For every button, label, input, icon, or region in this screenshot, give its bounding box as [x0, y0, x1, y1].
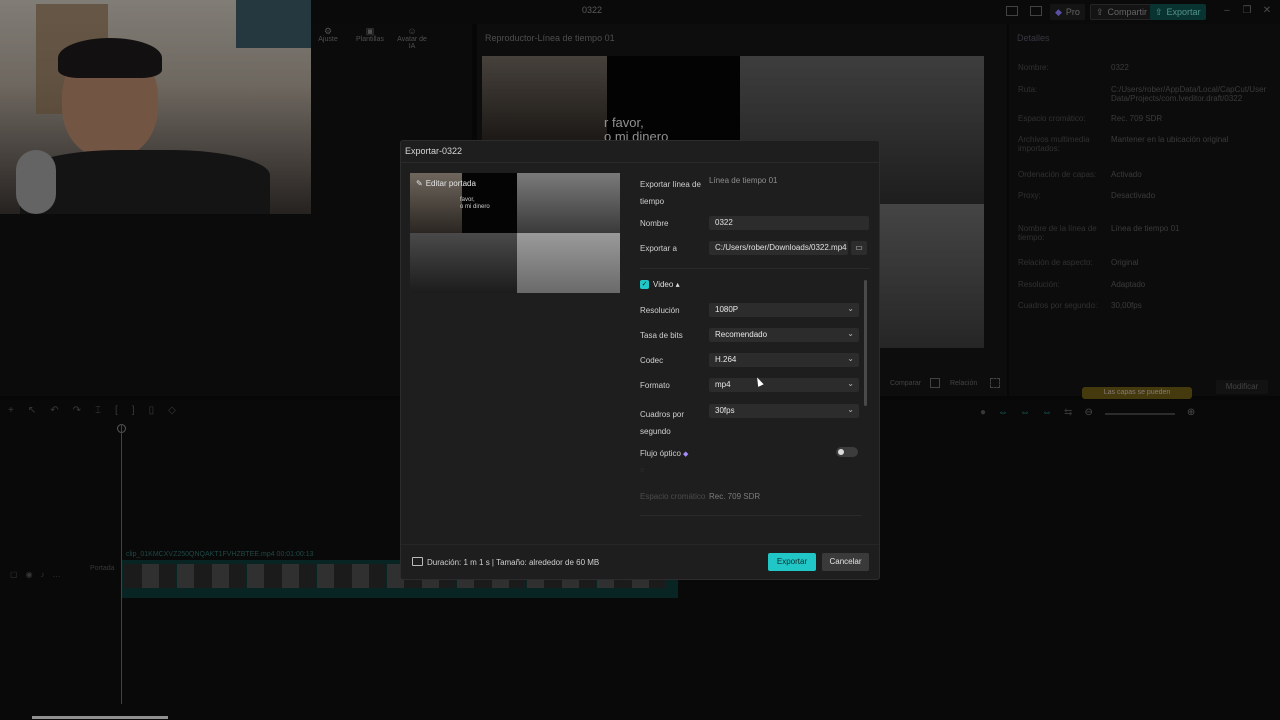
codec-select[interactable]: H.264 ⌄ — [709, 353, 859, 367]
resolution-label: Resolución — [640, 306, 680, 315]
export-timeline-value: Línea de tiempo 01 — [709, 176, 778, 185]
format-label: Formato — [640, 381, 670, 390]
chevron-down-icon: ⌄ — [847, 405, 854, 414]
bitrate-label: Tasa de bits — [640, 331, 683, 340]
name-label: Nombre — [640, 219, 669, 228]
optical-flow-label: Flujo óptico — [640, 449, 681, 458]
thumb-text: favor, o mi dinero — [460, 197, 490, 210]
export-path-input[interactable]: C:/Users/rober/Downloads/0322.mp4 — [709, 241, 848, 255]
fps-label: Cuadros por segundo — [640, 410, 685, 436]
divider — [401, 544, 879, 545]
export-timeline-label: Exportar línea de tiempo — [640, 180, 701, 206]
chevron-down-icon: ⌄ — [847, 304, 854, 313]
resolution-select[interactable]: 1080P ⌄ — [709, 303, 859, 317]
divider — [640, 268, 870, 269]
color-space-value: Rec. 709 SDR — [709, 492, 761, 501]
film-icon — [412, 557, 423, 566]
export-button[interactable]: Exportar — [768, 553, 816, 571]
dialog-scrollbar[interactable] — [864, 280, 867, 406]
export-to-label: Exportar a — [640, 244, 677, 253]
toggle-knob — [838, 449, 844, 455]
folder-icon[interactable]: ▭ — [851, 241, 867, 255]
thumb-gym-bottom — [517, 233, 620, 293]
chevron-down-icon: ⌄ — [847, 379, 854, 388]
premium-icon: ◆ — [683, 451, 689, 458]
dialog-title: Exportar-0322 — [405, 146, 463, 156]
name-input[interactable]: 0322 — [709, 216, 869, 230]
color-space-label: Espacio cromático — [640, 492, 706, 501]
thumb-tattoo — [410, 233, 517, 293]
export-summary: Duración: 1 m 1 s | Tamaño: alrededor de… — [427, 558, 600, 567]
edit-cover-button[interactable]: ✎ Editar portada — [416, 179, 476, 188]
format-select[interactable]: mp4 ⌄ — [709, 378, 859, 392]
divider — [640, 515, 862, 516]
chevron-down-icon: ⌄ — [847, 329, 854, 338]
video-section-toggle[interactable]: Video ▴ — [653, 280, 680, 289]
bitrate-select[interactable]: Recomendado ⌄ — [709, 328, 859, 342]
fps-select[interactable]: 30fps ⌄ — [709, 404, 859, 418]
cover-thumbnail[interactable]: favor, o mi dinero — [410, 173, 620, 293]
cancel-button[interactable]: Cancelar — [822, 553, 869, 571]
chevron-down-icon: ⌄ — [847, 354, 854, 363]
pencil-icon: ✎ — [416, 179, 423, 188]
thumb-gym-top — [517, 173, 620, 233]
divider — [401, 162, 879, 163]
info-icon[interactable]: ◌ — [640, 467, 644, 474]
chevron-up-icon: ▴ — [675, 280, 680, 289]
video-checkbox[interactable]: ✓ — [640, 280, 649, 289]
codec-label: Codec — [640, 356, 664, 365]
